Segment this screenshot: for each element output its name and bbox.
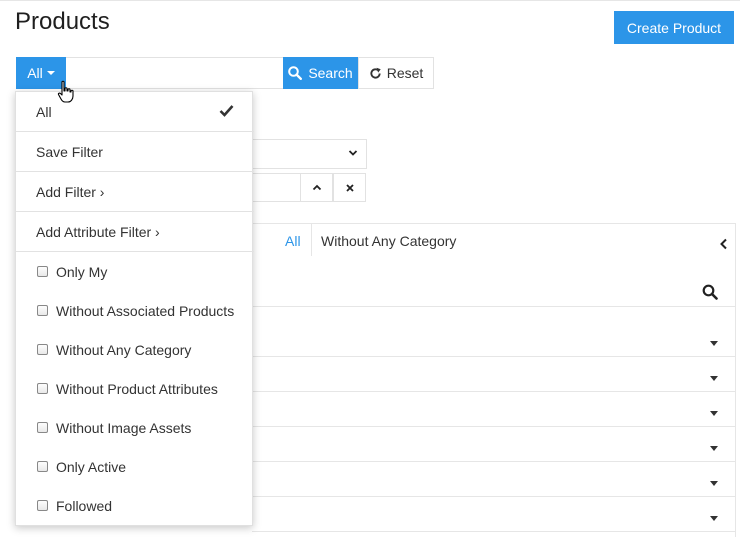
check-icon: [219, 105, 234, 117]
checkbox[interactable]: [37, 344, 48, 355]
checkbox-only-active[interactable]: Only Active: [16, 447, 254, 486]
close-icon: [345, 183, 354, 192]
caret-down-icon[interactable]: [710, 411, 718, 416]
checkbox-without-image-assets[interactable]: Without Image Assets: [16, 408, 254, 447]
search-icon: [288, 66, 303, 80]
search-button-label: Search: [308, 65, 353, 81]
caret-down-icon[interactable]: [710, 516, 718, 521]
checkbox[interactable]: [37, 266, 48, 277]
chevron-up-icon: [312, 184, 321, 190]
menu-item-save-filter[interactable]: Save Filter: [16, 132, 254, 172]
menu-item-label: Add Attribute Filter ›: [36, 224, 160, 240]
checkbox-label: Followed: [56, 497, 113, 514]
checkbox[interactable]: [37, 461, 48, 472]
tab-without-any-category[interactable]: Without Any Category: [321, 233, 456, 249]
checkbox-without-associated-products[interactable]: Without Associated Products: [16, 291, 254, 330]
category-panel: [252, 223, 736, 537]
row-divider: [252, 426, 736, 427]
search-button[interactable]: Search: [283, 57, 358, 89]
search-input[interactable]: [66, 57, 284, 89]
caret-down-icon[interactable]: [710, 481, 718, 486]
chevron-down-icon: [348, 150, 358, 156]
remove-filter-button[interactable]: [333, 173, 366, 202]
checkbox-without-product-attributes[interactable]: Without Product Attributes: [16, 369, 254, 408]
checkbox[interactable]: [37, 305, 48, 316]
menu-item-all[interactable]: All: [16, 92, 254, 132]
caret-down-icon[interactable]: [710, 446, 718, 451]
search-icon[interactable]: [702, 284, 718, 300]
row-divider: [252, 531, 736, 532]
chevron-left-icon[interactable]: [719, 238, 729, 250]
refresh-icon: [370, 67, 381, 79]
reset-button[interactable]: Reset: [358, 57, 434, 89]
caret-down-icon: [46, 71, 55, 75]
menu-item-label: Save Filter: [36, 144, 103, 160]
filter-select[interactable]: [252, 139, 367, 169]
caret-down-icon[interactable]: [710, 376, 718, 381]
caret-down-icon[interactable]: [710, 341, 718, 346]
checkbox-followed[interactable]: Followed: [16, 486, 254, 525]
checkbox-label: Only Active: [56, 458, 127, 475]
checkbox-label: Without Associated Products: [56, 302, 235, 319]
pointer-cursor-icon: [57, 80, 74, 103]
filter-toggle-label: All: [27, 65, 43, 81]
row-divider: [252, 306, 736, 307]
menu-item-add-attribute-filter[interactable]: Add Attribute Filter ›: [16, 212, 254, 252]
checkbox-label: Without Image Assets: [56, 419, 192, 436]
checkbox[interactable]: [37, 500, 48, 511]
row-divider: [252, 461, 736, 462]
menu-item-add-filter[interactable]: Add Filter ›: [16, 172, 254, 212]
move-up-button[interactable]: [300, 173, 333, 202]
row-divider: [252, 356, 736, 357]
checkbox-only-my[interactable]: Only My: [16, 252, 254, 291]
menu-item-label: All: [36, 104, 52, 120]
filter-dropdown-menu: All Save Filter Add Filter › Add Attribu…: [15, 91, 254, 526]
filter-value-field[interactable]: [252, 173, 300, 202]
checkbox[interactable]: [37, 383, 48, 394]
top-border: [0, 0, 740, 1]
tab-all[interactable]: All: [285, 233, 301, 249]
row-divider: [252, 496, 736, 497]
checkbox[interactable]: [37, 422, 48, 433]
row-divider: [252, 391, 736, 392]
checkbox-label: Without Product Attributes: [56, 380, 218, 397]
checkbox-label: Only My: [56, 263, 108, 280]
reset-button-label: Reset: [386, 65, 424, 81]
checkbox-label: Without Any Category: [56, 341, 192, 358]
menu-item-label: Add Filter ›: [36, 184, 105, 200]
page-title: Products: [15, 8, 110, 35]
checkbox-without-any-category[interactable]: Without Any Category: [16, 330, 254, 369]
create-product-button[interactable]: Create Product: [614, 11, 734, 44]
tab-divider: [311, 224, 312, 256]
